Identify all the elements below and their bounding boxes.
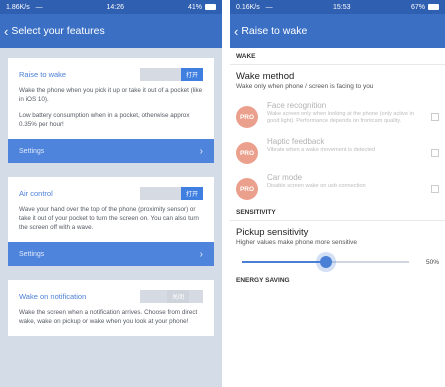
feature-card-air-control: Air control 打开 Wave your hand over the t… [8, 177, 214, 267]
clock: 14:26 [106, 3, 125, 11]
right-phone-screen: 0.16K/s — 15:53 67% ‹ Raise to wake WAKE… [230, 0, 445, 387]
back-arrow-icon[interactable]: ‹ [234, 25, 238, 38]
description-text: Wave your hand over the top of the phone… [19, 206, 199, 231]
pref-text: Wake method Wake only when phone / scree… [236, 71, 439, 90]
page-title: Raise to wake [241, 25, 308, 37]
settings-button[interactable]: Settings › [8, 242, 214, 267]
status-bar: 0.16K/s — 15:53 67% [230, 0, 445, 14]
toggle-label: 打开 [181, 187, 203, 201]
status-right: 41% [188, 4, 216, 11]
pref-title: Face recognition [267, 101, 327, 110]
description-text: Wake the phone when you pick it up or ta… [19, 87, 203, 103]
feature-card-wake-on-notification: Wake on notification 关闭 Wake the screen … [8, 280, 214, 337]
section-header-sensitivity: SENSITIVITY [230, 204, 445, 221]
card-title: Raise to wake [19, 70, 67, 79]
sensitivity-slider[interactable] [242, 256, 409, 268]
left-phone-screen: 1.86K/s — 14:26 41% ‹ Select your featur… [0, 0, 222, 387]
network-speed: 0.16K/s — [236, 3, 273, 11]
chevron-right-icon: › [199, 248, 203, 260]
pref-summary: Disable screen wake on usb connection [267, 183, 366, 189]
screenshot-pair: 1.86K/s — 14:26 41% ‹ Select your featur… [0, 0, 445, 387]
pro-option-haptic-feedback[interactable]: PRO Haptic feedback Vibrate when a wake … [230, 132, 445, 168]
pro-option-car-mode[interactable]: PRO Car mode Disable screen wake on usb … [230, 168, 445, 204]
slider-row: 50% [230, 252, 445, 272]
card-title: Wake on notification [19, 292, 87, 302]
pref-summary: Wake screen only when looking at the pho… [267, 111, 414, 124]
description-text: Low battery consumption when in a pocket… [19, 112, 190, 128]
pref-title: Pickup sensitivity [236, 227, 309, 238]
chevron-right-icon: › [199, 145, 203, 157]
clock: 15:53 [333, 3, 351, 11]
network-speed: 1.86K/s — [6, 3, 43, 11]
feature-toggle[interactable]: 打开 [140, 187, 203, 201]
feature-card-raise-to-wake: Raise to wake 打开 Wake the phone when you… [8, 58, 214, 164]
pref-summary: Higher values make phone more sensitive [236, 239, 358, 246]
card-description: Wave your hand over the top of the phone… [8, 206, 214, 242]
card-header: Raise to wake 打开 [8, 58, 214, 87]
card-header: Air control 打开 [8, 177, 214, 206]
card-title: Air control [19, 189, 53, 199]
settings-label: Settings [19, 147, 45, 155]
pref-text: Face recognition Wake screen only when l… [258, 101, 425, 125]
slider-fill [242, 261, 326, 263]
pref-title: Haptic feedback [267, 137, 325, 146]
status-bar: 1.86K/s — 14:26 41% [0, 0, 222, 14]
battery-level: 41% [187, 3, 202, 11]
back-arrow-icon[interactable]: ‹ [4, 25, 8, 38]
slider-value: 50% [425, 258, 439, 266]
pref-summary: Vibrate when a wake movement is detected [267, 147, 376, 153]
app-bar: ‹ Raise to wake [230, 14, 445, 48]
wake-method-preference[interactable]: Wake method Wake only when phone / scree… [230, 65, 445, 96]
settings-label: Settings [19, 250, 45, 258]
section-header-wake: WAKE [230, 48, 445, 65]
pro-badge-icon: PRO [236, 142, 258, 164]
status-right: 67% [411, 4, 439, 11]
checkbox[interactable] [431, 185, 439, 193]
pro-option-face-recognition[interactable]: PRO Face recognition Wake screen only wh… [230, 96, 445, 132]
feature-toggle[interactable]: 关闭 [140, 290, 203, 304]
pro-badge-icon: PRO [236, 178, 258, 200]
page-title: Select your features [11, 25, 105, 37]
description-text: Wake the screen when a notification arri… [19, 309, 198, 325]
checkbox[interactable] [431, 149, 439, 157]
card-description: Wake the phone when you pick it up or ta… [8, 87, 214, 139]
pref-title: Car mode [267, 173, 303, 182]
pref-text: Pickup sensitivity Higher values make ph… [236, 227, 439, 246]
pref-text: Haptic feedback Vibrate when a wake move… [258, 137, 425, 154]
slider-thumb[interactable] [319, 256, 332, 268]
battery-level: 67% [410, 3, 425, 11]
section-header-energy-saving: ENERGY SAVING [236, 277, 290, 284]
pref-summary: Wake only when phone / screen is facing … [236, 83, 374, 90]
settings-button[interactable]: Settings › [8, 139, 214, 164]
pref-text: Car mode Disable screen wake on usb conn… [258, 173, 425, 190]
feature-list: Raise to wake 打开 Wake the phone when you… [0, 48, 222, 337]
card-description: Wake the screen when a notification arri… [8, 309, 214, 336]
checkbox[interactable] [431, 113, 439, 121]
battery-icon [428, 4, 439, 10]
pref-title: Wake method [236, 71, 295, 82]
toggle-label: 打开 [181, 68, 203, 81]
battery-icon [205, 4, 216, 10]
toggle-label: 关闭 [167, 290, 189, 304]
pro-badge-icon: PRO [236, 106, 258, 128]
card-header: Wake on notification 关闭 [8, 280, 214, 309]
app-bar: ‹ Select your features [0, 14, 222, 48]
pickup-sensitivity-preference: Pickup sensitivity Higher values make ph… [230, 221, 445, 252]
feature-toggle[interactable]: 打开 [140, 68, 203, 81]
